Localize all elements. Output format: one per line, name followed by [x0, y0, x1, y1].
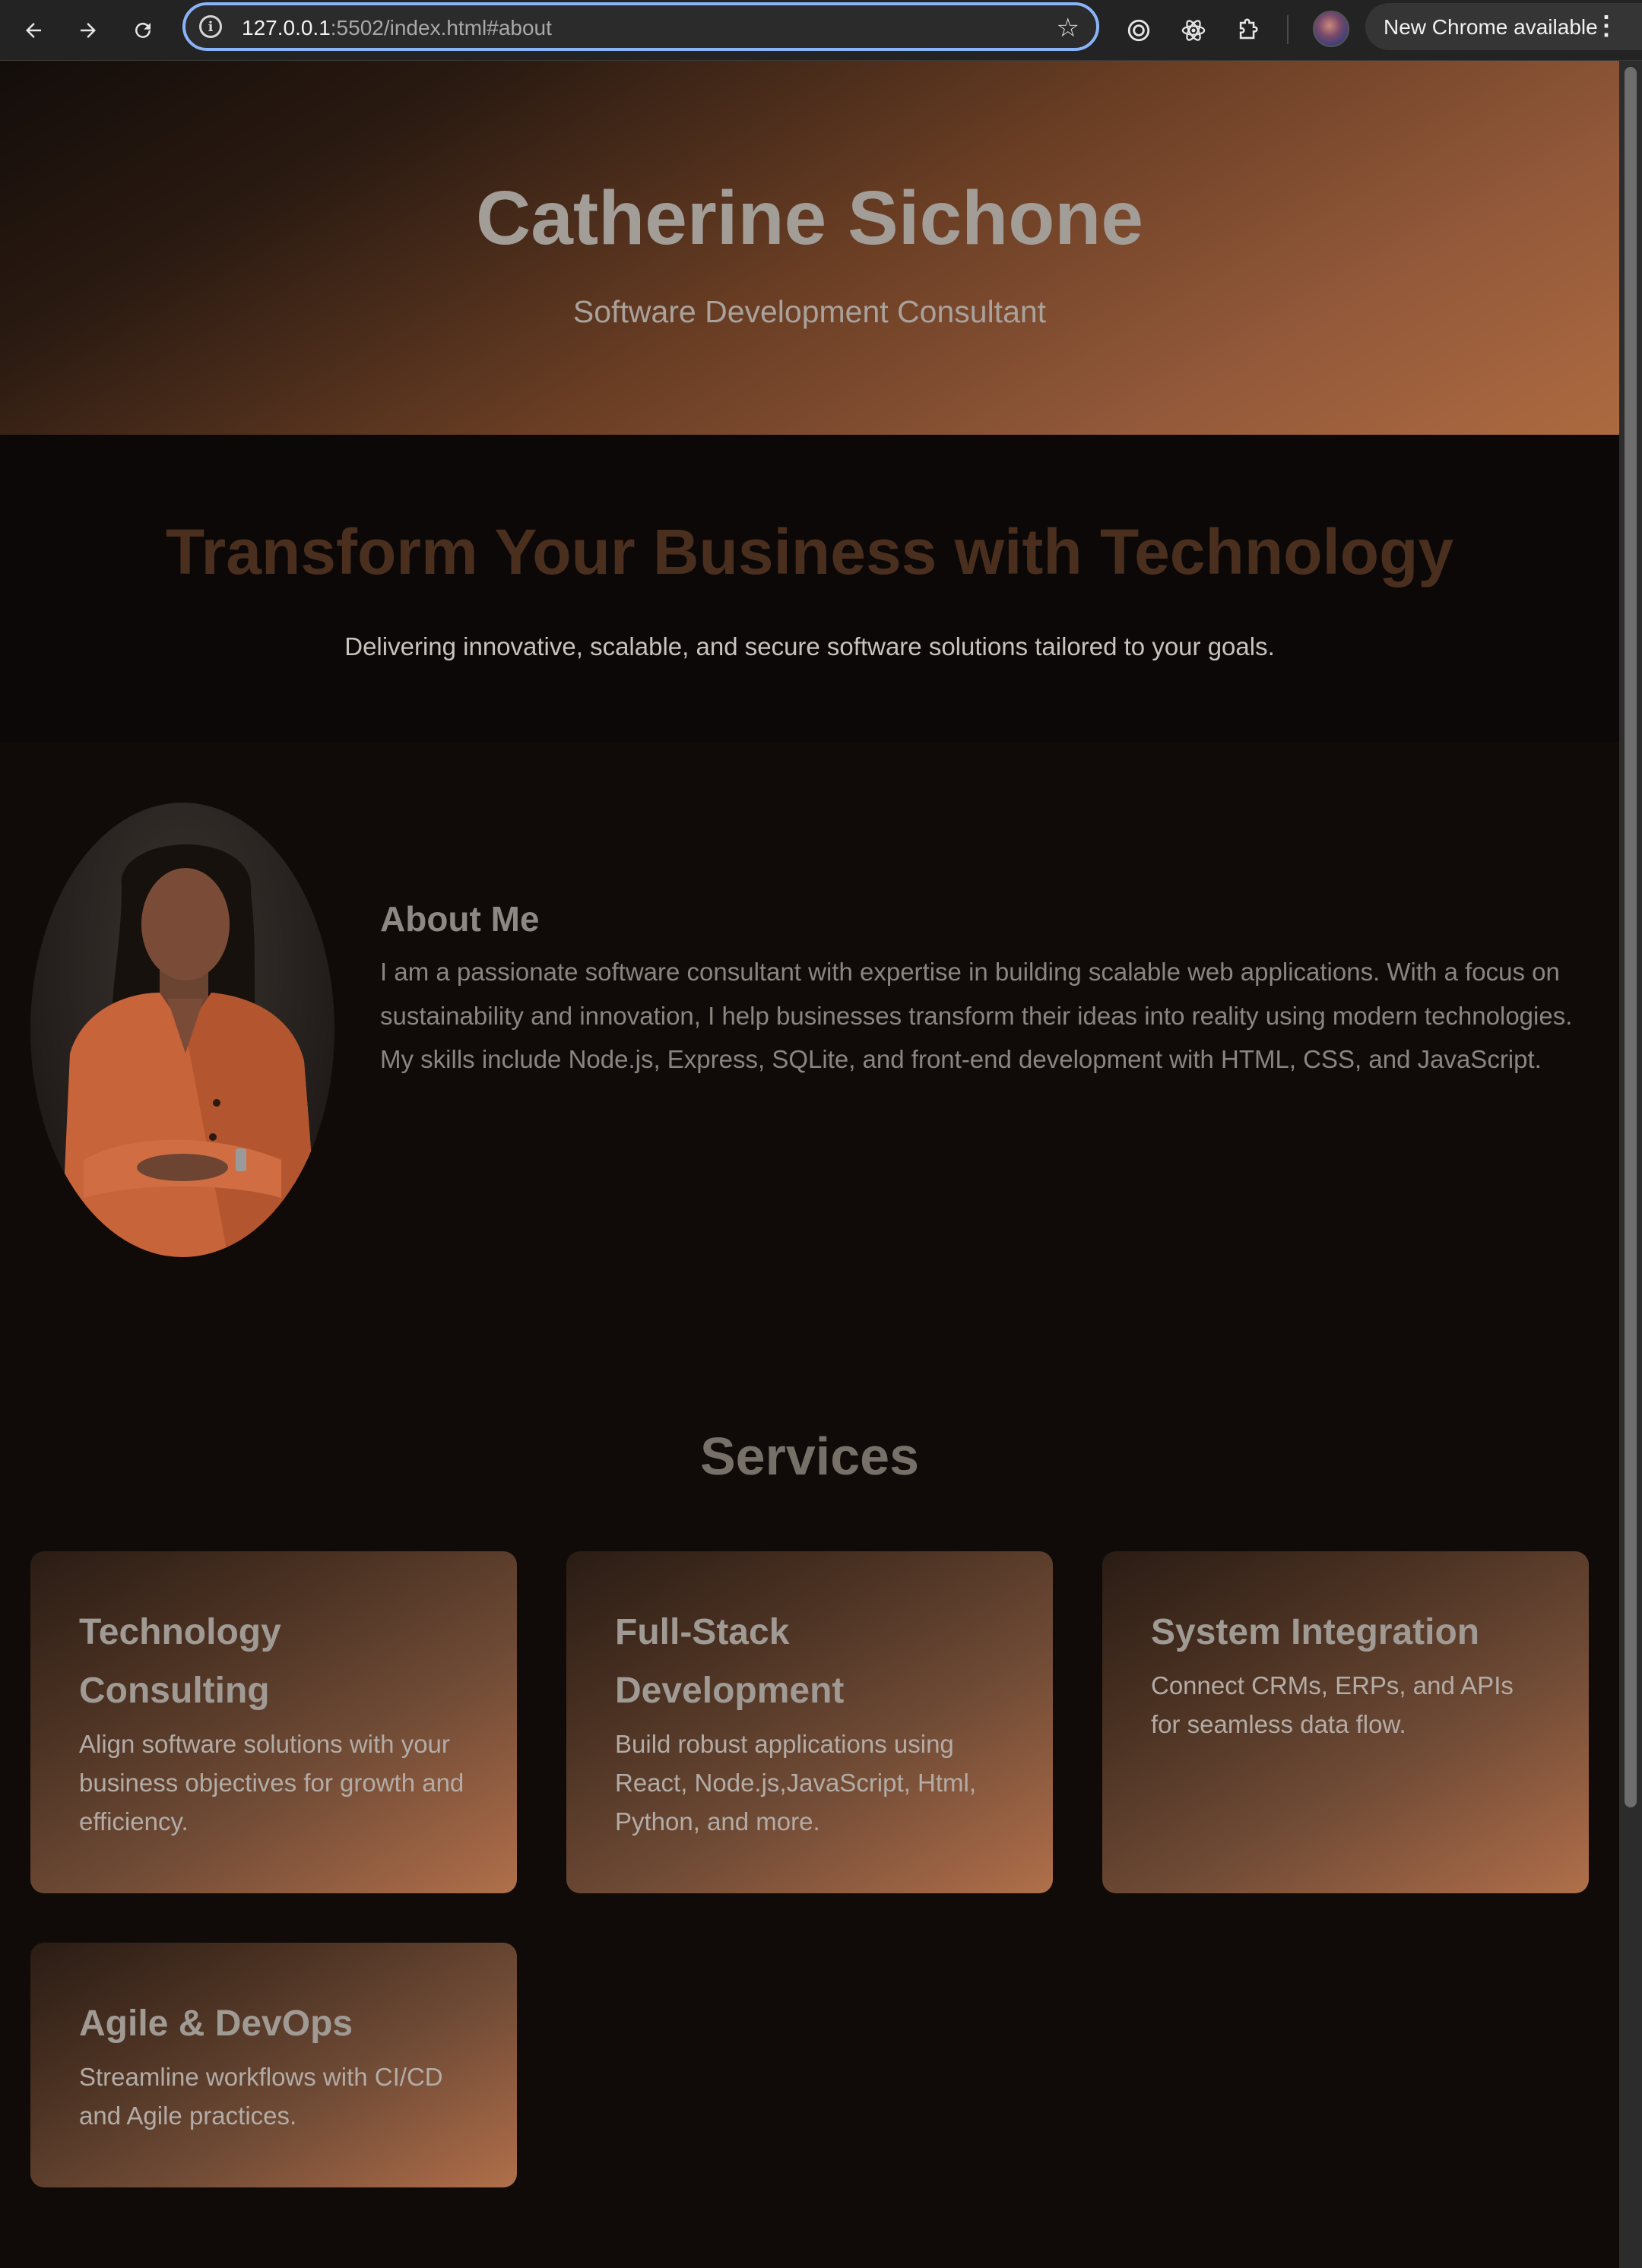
service-description: Build robust applications using React, N… — [615, 1730, 976, 1836]
service-description: Align software solutions with your busin… — [79, 1730, 464, 1836]
url-text[interactable]: 127.0.0.1:5502/index.html#about — [242, 16, 552, 40]
tagline-section: Transform Your Business with Technology … — [0, 435, 1619, 742]
extension-target-icon[interactable] — [1119, 11, 1159, 50]
service-card-agile-devops: Agile & DevOps Streamline workflows with… — [30, 1943, 517, 2187]
chrome-update-label: New Chrome available — [1384, 15, 1598, 39]
site-owner-role: Software Development Consultant — [572, 294, 1047, 329]
forward-icon[interactable] — [68, 11, 108, 50]
browser-toolbar: i 127.0.0.1:5502/index.html#about ☆ New … — [0, 0, 1642, 61]
tagline-text: Delivering innovative, scalable, and sec… — [344, 632, 1275, 660]
service-title: Technology Consulting — [79, 1612, 281, 1711]
service-card-technology-consulting: Technology Consulting Align software sol… — [30, 1551, 517, 1893]
site-owner-name: Catherine Sichone — [476, 176, 1143, 261]
service-description: Streamline workflows with CI/CD and Agil… — [79, 2063, 443, 2130]
service-title: Full-Stack Development — [615, 1612, 845, 1711]
back-icon[interactable] — [14, 11, 53, 50]
about-title: About Me — [380, 899, 540, 939]
site-info-icon[interactable]: i — [199, 15, 222, 38]
scrollbar-thumb[interactable] — [1625, 67, 1637, 1807]
toolbar-divider — [1287, 15, 1289, 44]
profile-avatar[interactable] — [1313, 11, 1349, 47]
bookmark-star-icon[interactable]: ☆ — [1057, 13, 1079, 43]
services-title: Services — [699, 1427, 920, 1486]
service-title: Agile & DevOps — [79, 2004, 353, 2044]
service-title: System Integration — [1151, 1612, 1480, 1652]
service-card-full-stack-development: Full-Stack Development Build robust appl… — [566, 1551, 1053, 1893]
address-bar[interactable]: i 127.0.0.1:5502/index.html#about ☆ — [182, 2, 1099, 51]
chrome-update-button[interactable]: New Chrome available ⋮ — [1365, 3, 1642, 50]
reload-icon[interactable] — [123, 11, 163, 50]
more-vert-icon[interactable]: ⋮ — [1593, 11, 1619, 41]
profile-photo — [30, 803, 334, 1257]
tagline-title: Transform Your Business with Technology — [165, 516, 1454, 588]
service-description: Connect CRMs, ERPs, and APIs for seamles… — [1151, 1671, 1514, 1738]
service-card-system-integration: System Integration Connect CRMs, ERPs, a… — [1102, 1551, 1589, 1893]
page-scrollbar[interactable] — [1619, 61, 1642, 2268]
about-paragraph-intro: I am a passionate software consultant wi… — [380, 958, 1573, 1030]
hero-header: Catherine Sichone Software Development C… — [0, 61, 1619, 435]
extensions-puzzle-icon[interactable] — [1228, 11, 1268, 50]
react-devtools-icon[interactable] — [1174, 11, 1213, 50]
about-paragraph-skills: My skills include Node.js, Express, SQLi… — [380, 1045, 1542, 1073]
about-description: I am a passionate software consultant wi… — [380, 950, 1581, 1082]
